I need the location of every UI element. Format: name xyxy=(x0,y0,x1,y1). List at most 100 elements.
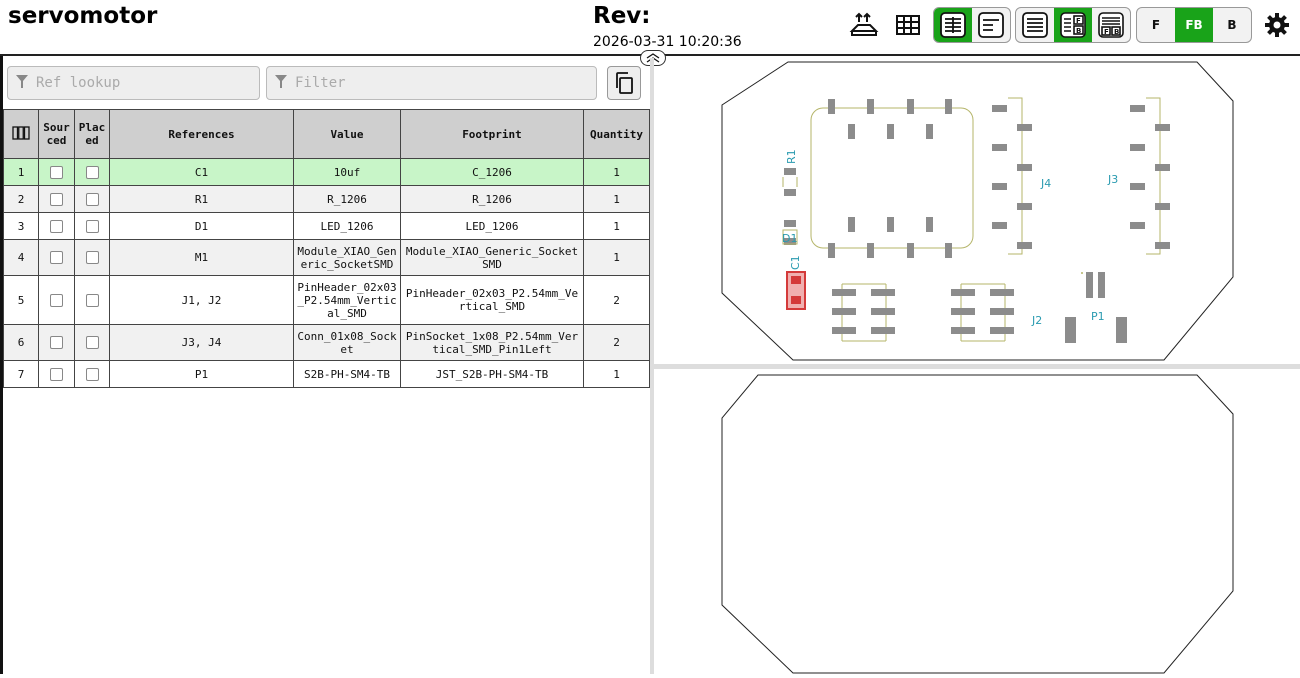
quantity-cell: 2 xyxy=(583,275,650,325)
sourced-checkbox[interactable] xyxy=(38,360,75,388)
row-number: 1 xyxy=(3,158,39,186)
table-row[interactable]: 7 P1 S2B-PH-SM4-TB JST_S2B-PH-SM4-TB 1 xyxy=(3,360,650,388)
front-board-canvas[interactable]: R1 D1 C1 J4 J3 J2 P1 xyxy=(721,61,1234,361)
svg-text:F: F xyxy=(1104,28,1109,36)
row-number: 3 xyxy=(3,212,39,240)
references-cell: M1 xyxy=(109,239,294,276)
sourced-checkbox[interactable] xyxy=(38,158,75,186)
header-bar: servomotor Rev: 2026-03-31 10:20:36 F B … xyxy=(0,0,1300,56)
back-board-outline xyxy=(721,374,1234,674)
label-p1: P1 xyxy=(1091,310,1105,323)
header-quantity[interactable]: Quantity xyxy=(583,109,650,159)
placed-checkbox[interactable] xyxy=(74,185,110,213)
svg-text:B: B xyxy=(1114,28,1119,36)
back-board-canvas[interactable] xyxy=(721,374,1234,674)
upload-icon[interactable] xyxy=(846,7,882,43)
references-cell: P1 xyxy=(109,360,294,388)
row-number: 2 xyxy=(3,185,39,213)
bom-panel: Ref lookup Filter Sour ced Plac ed Refer… xyxy=(3,58,650,674)
quantity-cell: 2 xyxy=(583,324,650,361)
gear-icon[interactable] xyxy=(1259,7,1295,43)
sourced-checkbox[interactable] xyxy=(38,212,75,240)
value-cell: PinHeader_02x03_P2.54mm_Vertical_SMD xyxy=(293,275,401,325)
grid-icon[interactable] xyxy=(890,7,926,43)
label-j3: J3 xyxy=(1107,173,1118,186)
bom-top-fb-bottom-icon[interactable]: F B xyxy=(1092,8,1130,42)
footprint-cell: Module_XIAO_Generic_SocketSMD xyxy=(400,239,584,276)
label-r1: R1 xyxy=(785,149,798,164)
layer-toggle-group: F FB B xyxy=(1136,7,1252,43)
columns-icon xyxy=(12,125,30,140)
references-cell: R1 xyxy=(109,185,294,213)
sourced-checkbox[interactable] xyxy=(38,275,75,325)
board-title: servomotor xyxy=(8,3,158,29)
header-footprint[interactable]: Footprint xyxy=(400,109,584,159)
layer-back-button[interactable]: B xyxy=(1213,8,1251,42)
value-cell: 10uf xyxy=(293,158,401,186)
table-row[interactable]: 3 D1 LED_1206 LED_1206 1 xyxy=(3,212,650,240)
placed-checkbox[interactable] xyxy=(74,360,110,388)
sourced-checkbox[interactable] xyxy=(38,324,75,361)
filter-icon xyxy=(275,75,287,88)
footprint-cell: R_1206 xyxy=(400,185,584,213)
column-chooser-header[interactable] xyxy=(3,109,39,159)
footprint-cell: LED_1206 xyxy=(400,212,584,240)
bom-grouped-icon[interactable] xyxy=(934,8,972,42)
value-cell: LED_1206 xyxy=(293,212,401,240)
copy-button[interactable] xyxy=(607,66,641,100)
filter-placeholder: Filter xyxy=(295,75,346,91)
label-j4: J4 xyxy=(1040,177,1051,190)
bom-only-icon[interactable] xyxy=(1016,8,1054,42)
copy-icon xyxy=(616,72,633,94)
label-j2: J2 xyxy=(1031,314,1042,327)
svg-text:F: F xyxy=(1076,17,1081,25)
header-sourced[interactable]: Sour ced xyxy=(38,109,75,159)
layer-front-back-button[interactable]: FB xyxy=(1175,8,1213,42)
footprint-cell: PinSocket_1x08_P2.54mm_Vertical_SMD_Pin1… xyxy=(400,324,584,361)
references-cell: J3, J4 xyxy=(109,324,294,361)
footprint-cell: C_1206 xyxy=(400,158,584,186)
label-c1: C1 xyxy=(789,255,802,270)
layout-mode-group: F B F B xyxy=(1015,7,1131,43)
placed-checkbox[interactable] xyxy=(74,212,110,240)
value-cell: R_1206 xyxy=(293,185,401,213)
references-cell: C1 xyxy=(109,158,294,186)
layer-front-button[interactable]: F xyxy=(1137,8,1175,42)
svg-text:B: B xyxy=(1076,27,1081,35)
quantity-cell: 1 xyxy=(583,360,650,388)
placed-checkbox[interactable] xyxy=(74,239,110,276)
placed-checkbox[interactable] xyxy=(74,158,110,186)
table-row[interactable]: 6 J3, J4 Conn_01x08_Socket PinSocket_1x0… xyxy=(3,324,650,361)
filter-input[interactable]: Filter xyxy=(266,66,597,100)
footprint-cell: JST_S2B-PH-SM4-TB xyxy=(400,360,584,388)
front-board-outline xyxy=(721,61,1234,361)
row-number: 6 xyxy=(3,324,39,361)
bom-table: Sour ced Plac ed References Value Footpr… xyxy=(3,109,650,388)
header-placed[interactable]: Plac ed xyxy=(74,109,110,159)
table-row[interactable]: 2 R1 R_1206 R_1206 1 xyxy=(3,185,650,213)
row-number: 7 xyxy=(3,360,39,388)
quantity-cell: 1 xyxy=(583,212,650,240)
sourced-checkbox[interactable] xyxy=(38,239,75,276)
header-references[interactable]: References xyxy=(109,109,294,159)
placed-checkbox[interactable] xyxy=(74,324,110,361)
pcb-view: R1 D1 C1 J4 J3 J2 P1 xyxy=(654,58,1300,674)
references-cell: J1, J2 xyxy=(109,275,294,325)
label-d1: D1 xyxy=(782,232,797,245)
ref-lookup-input[interactable]: Ref lookup xyxy=(7,66,260,100)
bom-ungrouped-icon[interactable] xyxy=(972,8,1010,42)
table-row[interactable]: 4 M1 Module_XIAO_Generic_SocketSMD Modul… xyxy=(3,239,650,276)
bom-left-fb-right-icon[interactable]: F B xyxy=(1054,8,1092,42)
header-value[interactable]: Value xyxy=(293,109,401,159)
value-cell: Conn_01x08_Socket xyxy=(293,324,401,361)
revision-label: Rev: xyxy=(593,3,651,29)
value-cell: Module_XIAO_Generic_SocketSMD xyxy=(293,239,401,276)
sourced-checkbox[interactable] xyxy=(38,185,75,213)
value-cell: S2B-PH-SM4-TB xyxy=(293,360,401,388)
ref-lookup-placeholder: Ref lookup xyxy=(36,75,121,91)
table-row[interactable]: 5 J1, J2 PinHeader_02x03_P2.54mm_Vertica… xyxy=(3,275,650,325)
table-row[interactable]: 1 C1 10uf C_1206 1 xyxy=(3,158,650,186)
placed-checkbox[interactable] xyxy=(74,275,110,325)
filter-icon xyxy=(16,75,28,88)
quantity-cell: 1 xyxy=(583,239,650,276)
